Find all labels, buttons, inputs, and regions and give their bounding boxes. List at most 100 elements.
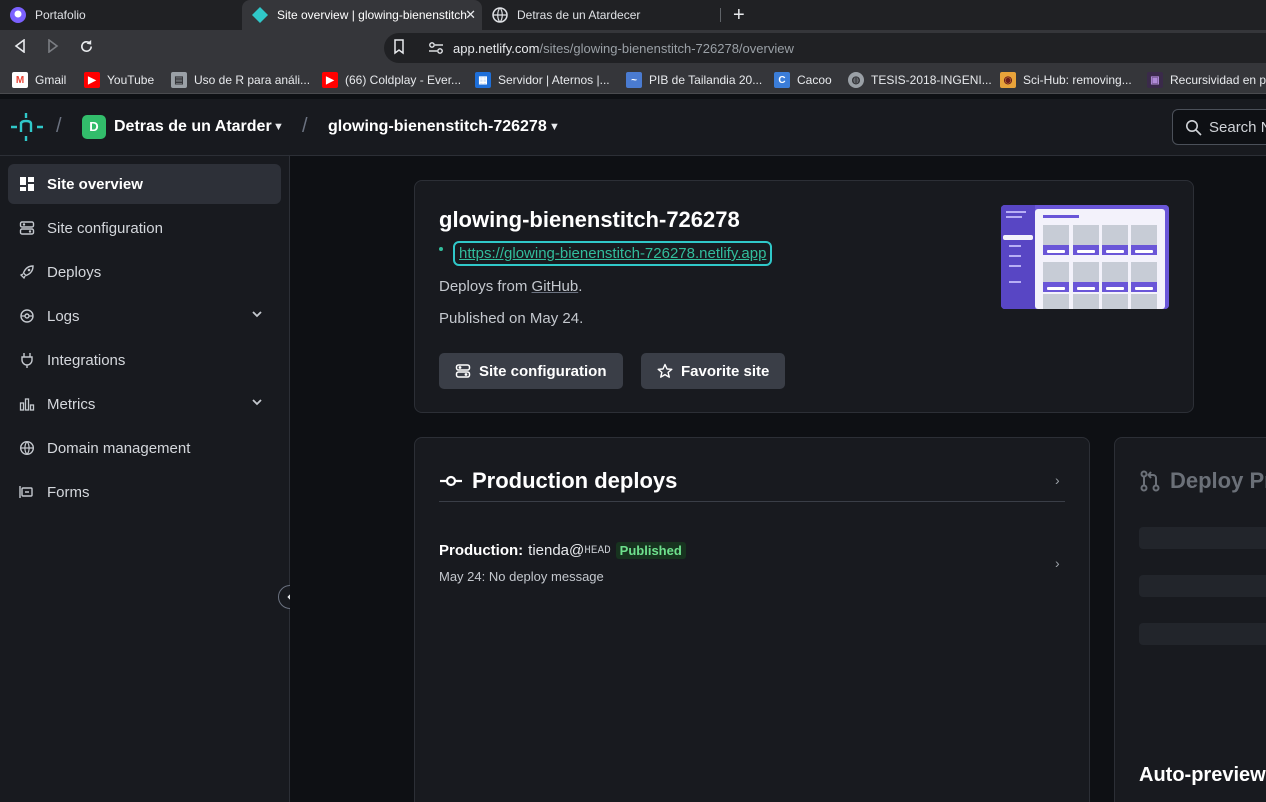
bookmark-uso-r[interactable]: ▤ Uso de R para análi...	[171, 72, 310, 88]
sidebar-item-site-overview[interactable]: Site overview	[8, 164, 281, 204]
production-deploys-card: Production deploys › Production: tienda@…	[414, 437, 1090, 802]
button-label: Site configuration	[479, 362, 607, 380]
chart-icon: ~	[626, 72, 642, 88]
youtube-icon: ▶	[84, 72, 100, 88]
globe-icon	[19, 440, 35, 456]
sidebar-item-integrations[interactable]: Integrations	[8, 340, 281, 380]
commit-ref: HEAD	[584, 544, 611, 557]
chevron-right-icon[interactable]: ›	[1055, 555, 1060, 571]
status-badge: Published	[615, 542, 686, 559]
sidebar-item-domain-management[interactable]: Domain management	[8, 428, 281, 468]
deploys-from-prefix: Deploys from	[439, 278, 528, 295]
sidebar-item-label: Metrics	[47, 395, 96, 413]
site-info-icon[interactable]	[428, 41, 444, 55]
search-input[interactable]: Search N	[1172, 109, 1266, 145]
video-icon: ▣	[1147, 72, 1163, 88]
chevron-right-icon[interactable]: ›	[1055, 472, 1060, 488]
gmail-icon: M	[12, 72, 28, 88]
bookmark-cacoo[interactable]: C Cacoo	[774, 72, 832, 88]
bookmark-aternos[interactable]: ▦ Servidor | Aternos |...	[475, 72, 610, 88]
sidebar-item-label: Forms	[47, 483, 90, 501]
site-preview-thumbnail[interactable]	[1001, 205, 1169, 309]
sidebar-item-metrics[interactable]: Metrics	[8, 384, 281, 424]
bookmark-icon[interactable]	[392, 39, 406, 55]
bookmark-label: Gmail	[35, 73, 67, 87]
bookmark-pib[interactable]: ~ PIB de Tailandia 20...	[626, 72, 762, 88]
bookmark-gmail[interactable]: M Gmail	[12, 72, 66, 88]
new-tab-plus-icon[interactable]: +	[733, 4, 745, 27]
chevron-down-icon[interactable]	[251, 396, 263, 408]
sidebar: Site overview Site configuration Deploys…	[0, 156, 290, 802]
team-avatar: D	[82, 115, 106, 139]
bookmark-label: TESIS-2018-INGENI...	[871, 73, 992, 87]
tab-portafolio[interactable]: Portafolio	[0, 0, 240, 30]
site-url-link[interactable]: https://glowing-bienenstitch-726278.netl…	[453, 241, 773, 266]
team-name[interactable]: Detras de un Atarder	[114, 118, 272, 136]
site-chevron-down-icon[interactable]: ▼	[549, 121, 560, 133]
forward-icon[interactable]	[44, 38, 62, 57]
deploy-date-message: May 24: No deploy message	[439, 569, 604, 584]
sidebar-item-label: Deploys	[47, 263, 102, 281]
scihub-icon: ◉	[1000, 72, 1016, 88]
cacoo-icon: C	[774, 72, 790, 88]
youtube-icon: ▶	[322, 72, 338, 88]
deploy-previews-card: Deploy Pr Auto-preview	[1114, 437, 1266, 802]
bookmark-youtube[interactable]: ▶ YouTube	[84, 72, 154, 88]
deploy-previews-heading[interactable]: Deploy Pr	[1139, 468, 1266, 494]
loading-skeleton	[1139, 527, 1266, 549]
bookmark-label: Servidor | Aternos |...	[498, 73, 610, 87]
bookmarks-bar: M Gmail ▶ YouTube ▤ Uso de R para análi... …	[0, 66, 1266, 94]
browser-tab-bar: Portafolio Site overview | glowing-biene…	[0, 0, 1266, 30]
tab-label: Site overview | glowing-bienenstitch	[277, 8, 467, 22]
netlify-logo-icon[interactable]	[11, 113, 43, 141]
site-name[interactable]: glowing-bienenstitch-726278	[328, 118, 547, 136]
deploys-from-suffix: .	[578, 278, 583, 295]
tab-separator	[720, 8, 721, 22]
team-chevron-down-icon[interactable]: ▼	[273, 121, 284, 133]
bookmark-coldplay[interactable]: ▶ (66) Coldplay - Ever...	[322, 72, 461, 88]
bookmark-tesis[interactable]: ◍ TESIS-2018-INGENI...	[848, 72, 992, 88]
book-icon: ▤	[171, 72, 187, 88]
netlify-favicon-icon	[252, 7, 268, 23]
globe-icon: ◍	[848, 72, 864, 88]
bar-chart-icon	[19, 398, 35, 411]
close-tab-icon[interactable]: ✕	[465, 7, 476, 23]
tab-site-overview[interactable]: Site overview | glowing-bienenstitch ✕	[242, 0, 482, 30]
sidebar-item-site-configuration[interactable]: Site configuration	[8, 208, 281, 248]
bookmark-label: Uso de R para análi...	[194, 73, 311, 87]
tab-label: Detras de un Atardecer	[517, 8, 641, 22]
breadcrumb-separator: /	[302, 115, 308, 137]
search-placeholder: Search N	[1209, 119, 1266, 136]
chevron-down-icon[interactable]	[251, 308, 263, 320]
config-icon	[19, 221, 35, 235]
sidebar-item-label: Logs	[47, 307, 80, 325]
button-label: Favorite site	[681, 362, 770, 380]
browser-toolbar: app.netlify.com/sites/glowing-bienenstit…	[0, 30, 1266, 66]
aternos-icon: ▦	[475, 72, 491, 88]
sidebar-item-logs[interactable]: Logs	[8, 296, 281, 336]
sidebar-item-deploys[interactable]: Deploys	[8, 252, 281, 292]
branch-name: tienda@	[528, 542, 585, 559]
address-bar[interactable]: app.netlify.com/sites/glowing-bienenstit…	[384, 33, 1266, 63]
main-content: glowing-bienenstitch-726278 https://glow…	[290, 156, 1266, 802]
url-path: /sites/glowing-bienenstitch-726278/overv…	[539, 41, 794, 56]
bookmark-recursividad[interactable]: ▣ Recursividad en pr	[1147, 72, 1266, 88]
site-configuration-button[interactable]: Site configuration	[439, 353, 623, 389]
bookmark-label: PIB de Tailandia 20...	[649, 73, 763, 87]
tab-detras[interactable]: Detras de un Atardecer	[482, 0, 720, 30]
tab-label: Portafolio	[35, 8, 86, 22]
rocket-icon	[19, 265, 34, 280]
reload-icon[interactable]	[77, 39, 95, 57]
bookmark-scihub[interactable]: ◉ Sci-Hub: removing...	[1000, 72, 1132, 88]
production-deploy-row[interactable]: Production: tienda@ HEAD Published	[439, 542, 686, 559]
github-link[interactable]: GitHub	[532, 278, 579, 295]
favorite-site-button[interactable]: Favorite site	[641, 353, 786, 389]
loading-skeleton	[1139, 623, 1266, 645]
section-title-label: Production deploys	[472, 468, 678, 493]
sidebar-item-forms[interactable]: Forms	[8, 472, 281, 512]
url-host: app.netlify.com	[453, 41, 540, 56]
back-icon[interactable]	[11, 38, 29, 57]
loading-skeleton	[1139, 575, 1266, 597]
production-deploys-heading[interactable]: Production deploys	[439, 468, 677, 494]
production-label: Production:	[439, 542, 524, 559]
